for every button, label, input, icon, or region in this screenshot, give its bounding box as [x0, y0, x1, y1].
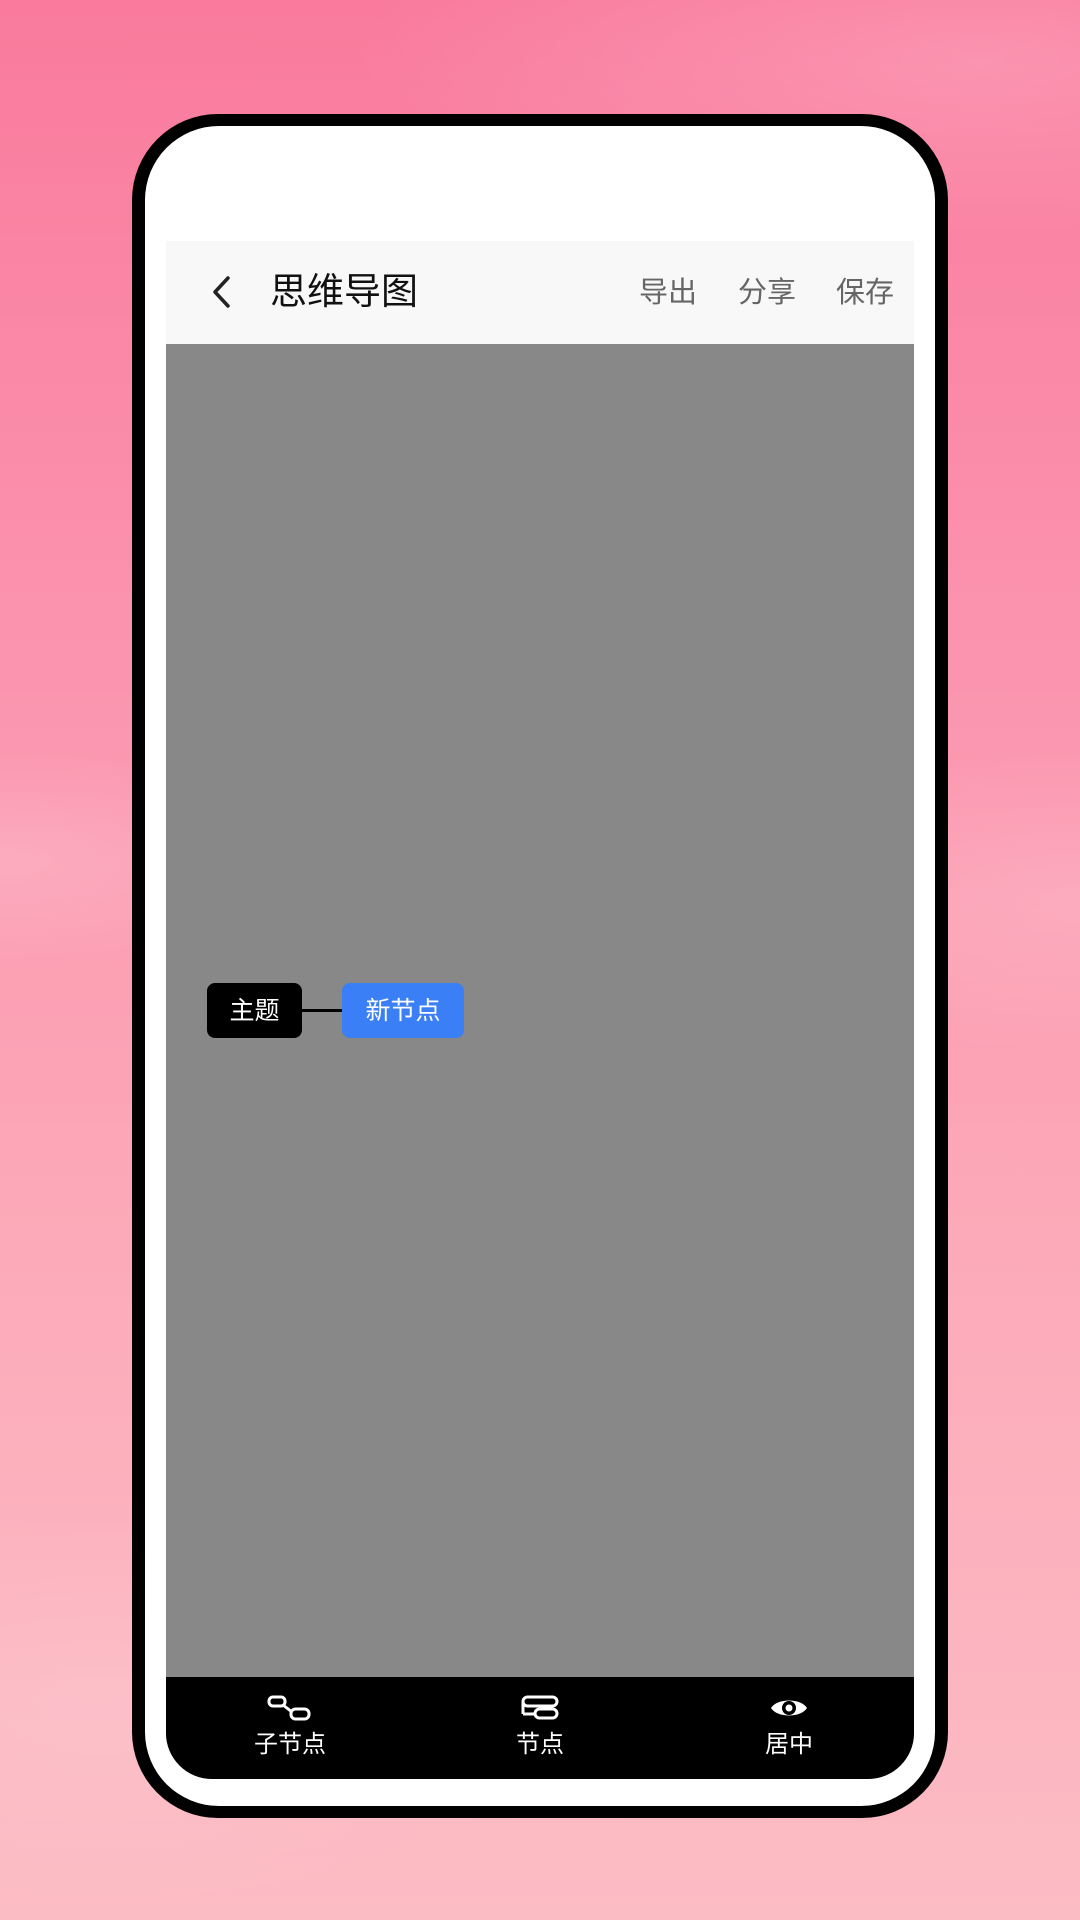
- app-screen: 思维导图 导出 分享 保存 主题 新节点 子节点 节点 居中: [166, 241, 914, 1779]
- center-view-button[interactable]: 居中: [709, 1677, 869, 1779]
- top-bar: 思维导图 导出 分享 保存: [166, 241, 914, 344]
- node-connector-line: [302, 1009, 342, 1012]
- back-button[interactable]: [200, 270, 244, 314]
- export-button[interactable]: 导出: [639, 272, 697, 312]
- add-sibling-node-label: 节点: [516, 1730, 564, 1758]
- bottom-toolbar: 子节点 节点 居中: [166, 1677, 914, 1779]
- child-node-icon: [267, 1695, 311, 1721]
- eye-icon: [771, 1700, 807, 1716]
- add-child-node-button[interactable]: 子节点: [210, 1677, 370, 1779]
- share-button[interactable]: 分享: [738, 272, 796, 312]
- save-button[interactable]: 保存: [836, 272, 894, 312]
- add-sibling-node-button[interactable]: 节点: [460, 1677, 620, 1779]
- add-child-node-label: 子节点: [254, 1730, 326, 1758]
- back-arrow-icon: [213, 276, 230, 308]
- root-topic-node[interactable]: 主题: [207, 983, 302, 1038]
- page-title: 思维导图: [270, 270, 418, 313]
- selected-child-node[interactable]: 新节点: [342, 983, 464, 1038]
- sibling-node-icon: [521, 1695, 559, 1720]
- center-view-label: 居中: [765, 1730, 813, 1758]
